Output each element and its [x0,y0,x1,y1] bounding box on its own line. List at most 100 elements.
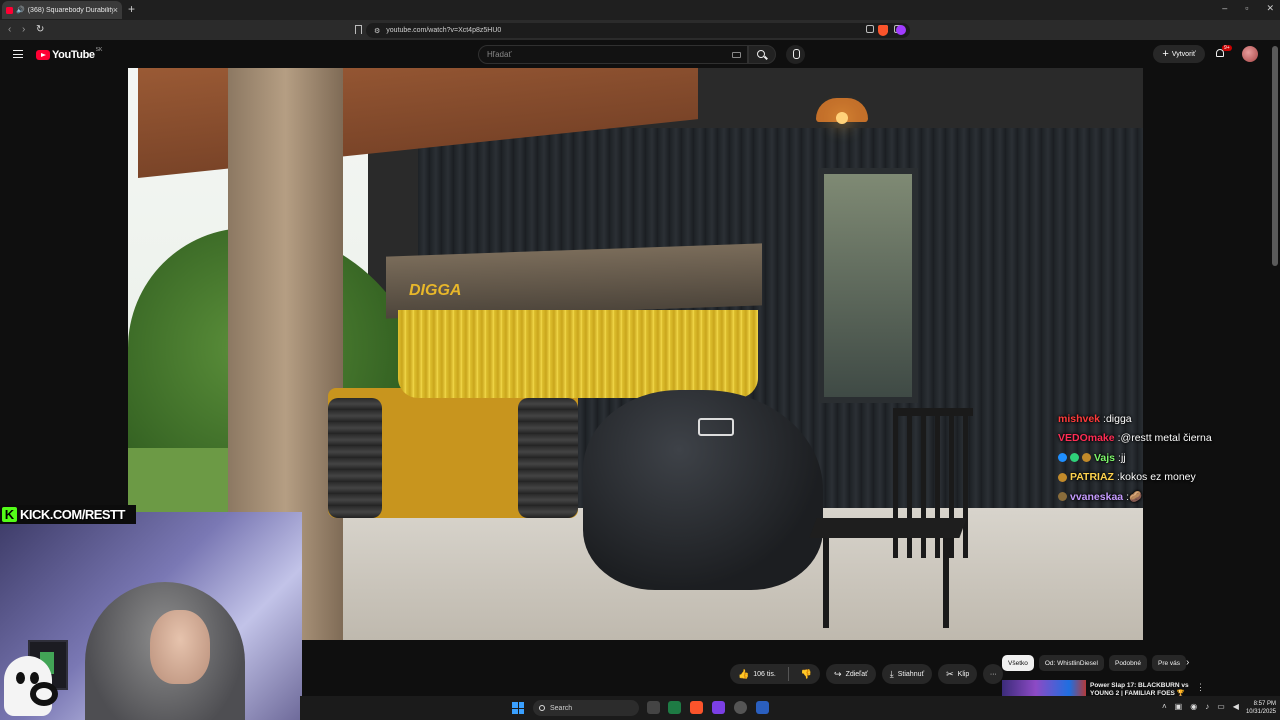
taskbar-search-label: Search [550,704,573,712]
tab-title: (368) Squarebody Durability [27,6,113,14]
headphones-icon [30,682,58,706]
keyboard-icon[interactable] [732,52,741,58]
youtube-logo[interactable]: YouTube SK [36,47,103,61]
clip-button[interactable]: ✂ Klip [938,664,978,684]
more-actions-button[interactable]: ··· [983,664,1004,684]
tray-app-icon[interactable]: ▣ [1175,702,1183,711]
share-button[interactable]: ↪ Zdieľať [826,664,876,684]
taskbar-search[interactable]: Search [533,700,639,716]
back-icon[interactable]: ‹ [8,24,11,35]
video-sweeper-brush [398,310,758,398]
chat-badge-icon [1082,453,1091,463]
kick-banner: K KICK.COM/RESTT [0,505,136,524]
chevron-up-icon[interactable]: ˄ [1162,702,1167,711]
page-scrollbar[interactable] [1272,46,1278,266]
region-code: SK [95,47,103,53]
like-count: 106 tis. [753,670,776,678]
speaker-icon[interactable]: 🔊 [16,6,25,14]
window-controls: – ▫ ✕ [1222,3,1274,14]
chat-message: vvaneskaa: 🥔 [1058,487,1268,507]
address-bar[interactable]: ⚙ youtube.com/watch?v=Xct4p8z5HU0 [366,23,910,38]
taskbar-clock[interactable]: 8:57 PM 10/31/2025 [1236,700,1276,716]
browser-tab-youtube[interactable]: 🔊 (368) Squarebody Durability × [2,1,122,19]
chat-message-text: @restt metal čierna [1120,432,1212,445]
search-input[interactable]: Hľadať [478,45,748,64]
more-vert-icon[interactable]: ⋮ [1196,682,1205,693]
youtube-play-icon [36,50,50,60]
windows-taskbar [300,696,1280,720]
browser-tab-strip: 🔊 (368) Squarebody Durability × + – ▫ ✕ [0,0,1280,20]
windows-start-icon[interactable] [512,702,524,714]
filter-chip[interactable]: Všetko [1002,655,1034,671]
hamburger-menu-icon[interactable] [13,50,23,58]
chat-username: VEDOmake [1058,432,1115,445]
chevron-right-icon[interactable]: › [1186,657,1189,668]
chat-message: Vajs: jj [1058,448,1268,468]
video-rocking-chair [793,408,1013,638]
chat-message: PATRIAZ: kokos ez money [1058,468,1268,488]
search-placeholder: Hľadať [487,50,512,59]
bookmark-icon[interactable] [355,25,362,34]
microphone-icon[interactable]: ♪ [1205,702,1209,711]
video-window [818,168,918,403]
chat-message-text: 🥔 [1129,491,1143,504]
app-icon[interactable] [756,701,769,714]
url-text: youtube.com/watch?v=Xct4p8z5HU0 [386,27,502,34]
avatar[interactable] [1242,46,1258,62]
download-label: Stiahnuť [897,670,925,678]
reload-icon[interactable]: ↻ [36,24,44,35]
brave-shield-icon[interactable] [878,25,888,36]
chat-message-text: digga [1105,412,1132,425]
chat-badge-icon [1070,453,1079,463]
brave-browser-icon[interactable] [690,701,703,714]
create-label: Vytvoriť [1171,50,1196,58]
chat-message-text: kokos ez money [1119,471,1196,484]
xbox-app-icon[interactable] [668,701,681,714]
search-icon [539,705,545,711]
create-button[interactable]: + Vytvoriť [1153,45,1205,63]
tab-close-icon[interactable]: × [113,5,118,15]
filter-chip[interactable]: Od: WhistlinDiesel [1038,655,1104,671]
thumbs-up-icon: 👍 [738,668,750,679]
chat-badge-icon [1058,453,1067,463]
voice-search-button[interactable] [786,45,805,64]
thumbs-down-icon: 👎 [800,668,813,679]
site-info-icon[interactable]: ⚙ [374,27,380,35]
download-icon: ⤓ [889,668,894,679]
brave-rewards-icon[interactable] [896,25,906,35]
like-divider [787,667,789,681]
share-icon: ↪ [834,668,842,679]
filter-chip[interactable]: Podobné [1108,655,1148,671]
video-track-loader [328,388,578,518]
system-tray: ˄ ▣ ◉ ♪ ▭ ◀ [1162,702,1239,711]
maximize-button[interactable]: ▫ [1245,3,1248,14]
clock-time: 8:57 PM [1253,701,1276,707]
tray-app-icon[interactable]: ◉ [1190,702,1197,711]
download-button[interactable]: ⤓ Stiahnuť [881,664,933,684]
dislike-button[interactable]: 👎 [793,664,820,684]
forward-icon[interactable]: › [22,24,25,35]
notifications-button[interactable]: 9+ [1215,45,1232,59]
kick-url-text: KICK.COM/RESTT [20,507,125,522]
ghost-eye [16,672,25,684]
task-view-icon[interactable] [647,701,660,714]
new-tab-button[interactable]: + [128,2,135,16]
browser-toolbar: ‹ › ↻ ⚙ youtube.com/watch?v=Xct4p8z5HU0 [0,20,1280,53]
network-icon[interactable]: ▭ [1217,702,1225,711]
search-button[interactable] [748,45,776,64]
filter-chip[interactable]: Pre vás [1152,655,1187,671]
more-icon: ··· [989,670,997,678]
chat-username: vvaneskaa [1070,490,1124,503]
chat-badge-icon [1058,472,1067,482]
kick-logo-icon: K [2,507,17,522]
clock-date: 10/31/2025 [1245,709,1276,715]
app-icon[interactable] [712,701,725,714]
close-window-button[interactable]: ✕ [1266,3,1274,14]
start-tile [512,702,518,708]
minimize-button[interactable]: – [1222,3,1227,14]
cast-icon[interactable] [866,25,874,33]
ghost-mascot-icon [0,650,66,720]
streamer-face [150,610,210,684]
app-icon[interactable] [734,701,747,714]
like-button[interactable]: 👍 106 tis. [730,664,784,684]
